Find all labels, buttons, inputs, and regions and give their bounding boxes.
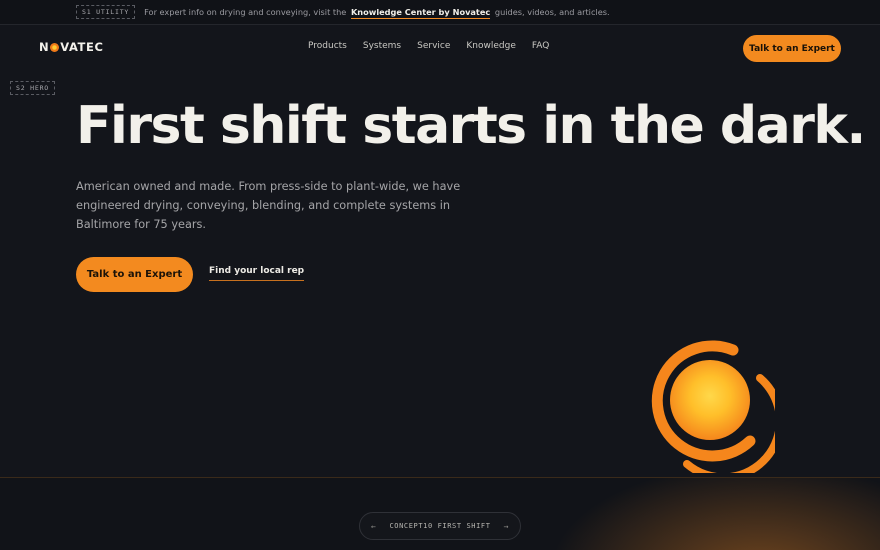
- next-concept-arrow-icon[interactable]: →: [504, 522, 509, 531]
- talk-to-expert-nav-button[interactable]: Talk to an Expert: [743, 35, 841, 62]
- novatec-logo[interactable]: N VATEC: [39, 40, 104, 54]
- sun-dot-icon: [50, 42, 60, 52]
- nav-links: Products Systems Service Knowledge FAQ: [308, 41, 549, 51]
- hero-section-tag: S2 HERO: [10, 81, 55, 95]
- bottom-section: ← CONCEPT10 FIRST SHIFT →: [0, 477, 880, 550]
- concept-switcher: ← CONCEPT10 FIRST SHIFT →: [359, 512, 521, 540]
- hero-headline: First shift starts in the dark.: [76, 96, 866, 156]
- talk-to-expert-hero-button[interactable]: Talk to an Expert: [76, 257, 193, 292]
- utility-section-tag: S1 UTILITY: [76, 5, 136, 19]
- find-local-rep-link[interactable]: Find your local rep: [209, 266, 305, 281]
- nav-link-service[interactable]: Service: [417, 41, 450, 51]
- utility-text-after: guides, videos, and articles.: [494, 7, 610, 17]
- nav-link-knowledge[interactable]: Knowledge: [466, 41, 515, 51]
- logo-text-right: VATEC: [60, 40, 104, 54]
- sun-ring-icon: [651, 340, 775, 473]
- utility-text-before: For expert info on drying and conveying,…: [144, 7, 347, 17]
- nav-link-faq[interactable]: FAQ: [532, 41, 549, 51]
- concept-label: CONCEPT10 FIRST SHIFT: [389, 522, 491, 530]
- prev-concept-arrow-icon[interactable]: ←: [371, 522, 376, 531]
- knowledge-center-link[interactable]: Knowledge Center by Novatec: [350, 7, 491, 19]
- utility-message: For expert info on drying and conveying,…: [144, 7, 610, 19]
- nav-link-products[interactable]: Products: [308, 41, 347, 51]
- hero-lede: American owned and made. From press-side…: [76, 180, 461, 231]
- nav-link-systems[interactable]: Systems: [363, 41, 401, 51]
- logo-text-left: N: [39, 40, 50, 54]
- utility-bar: S1 UTILITY For expert info on drying and…: [0, 0, 880, 25]
- main-nav: N VATEC Products Systems Service Knowled…: [0, 25, 880, 70]
